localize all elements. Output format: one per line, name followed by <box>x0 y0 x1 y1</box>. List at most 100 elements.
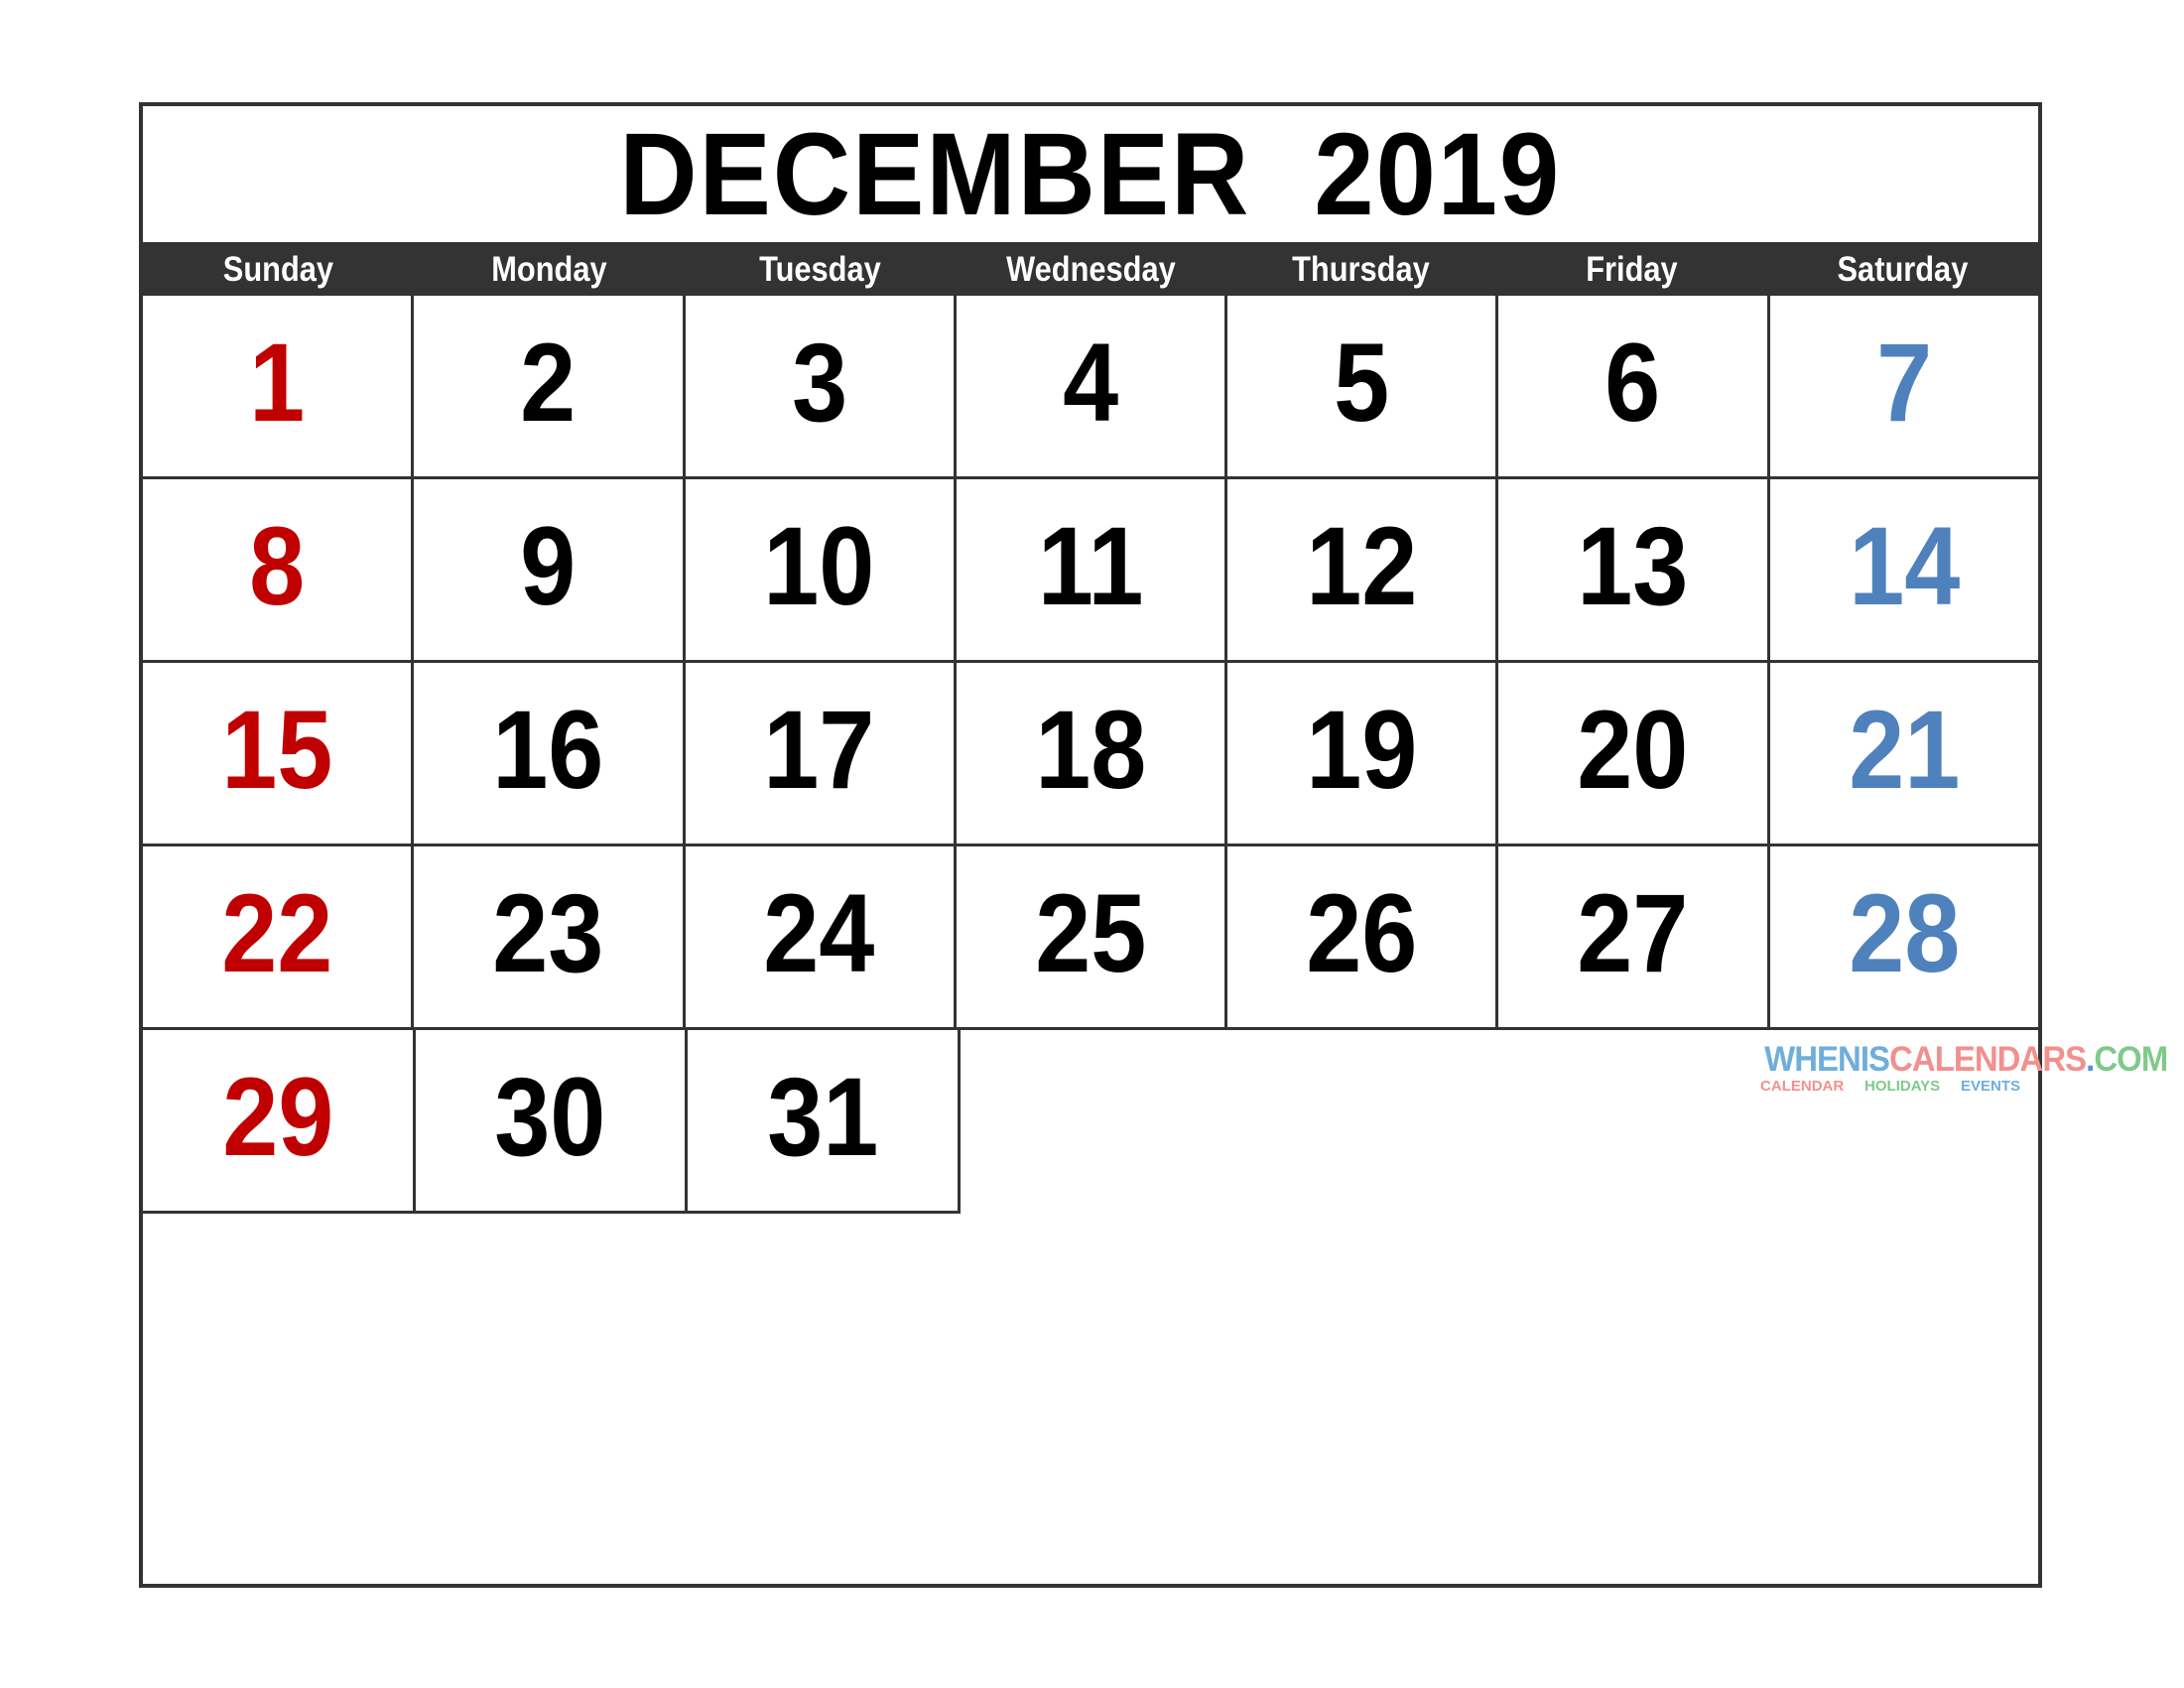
day-cell[interactable]: 1 <box>143 296 415 476</box>
watermark-logo-text: WHENISCALENDARS.COM <box>1764 1040 2168 1079</box>
day-number: 1 <box>249 321 306 445</box>
weekday-header-tuesday: Tuesday <box>758 249 881 289</box>
day-number: 7 <box>1875 321 1932 445</box>
calendar-week-row: 22 23 24 25 26 27 28 <box>143 846 2038 1030</box>
calendar-week-row: 29 30 31 WHENISCALENDARS.COM CALENDAR HO… <box>143 1030 2168 1214</box>
day-cell[interactable]: 26 <box>1227 846 1499 1027</box>
weekday-header-friday: Friday <box>1586 249 1678 289</box>
day-number: 23 <box>492 871 604 995</box>
day-cell[interactable]: 27 <box>1498 846 1770 1027</box>
day-cell[interactable]: 11 <box>957 479 1228 660</box>
calendar-week-row-empty <box>143 1214 2038 1579</box>
day-number: 11 <box>1037 504 1144 628</box>
day-cell[interactable]: 23 <box>414 846 686 1027</box>
day-cell-empty <box>685 1214 956 1579</box>
day-number: 20 <box>1577 688 1689 812</box>
day-cell[interactable]: 20 <box>1498 663 1770 844</box>
day-number: 8 <box>249 504 306 628</box>
day-cell[interactable]: 15 <box>143 663 415 844</box>
watermark-sub-holidays: HOLIDAYS <box>1864 1078 1941 1095</box>
page-title: DECEMBER 2019 <box>619 108 1562 240</box>
day-number: 10 <box>763 504 875 628</box>
day-number: 6 <box>1605 321 1661 445</box>
calendar-grid: 1 2 3 4 5 6 7 8 9 10 11 12 13 14 15 16 1… <box>143 296 2168 1584</box>
day-cell[interactable]: 8 <box>143 479 415 660</box>
day-cell[interactable]: 28 <box>1770 846 2038 1027</box>
day-cell-empty <box>1496 1214 1767 1579</box>
day-number: 26 <box>1306 871 1418 995</box>
day-number: 14 <box>1848 504 1960 628</box>
day-cell-empty <box>961 1030 1230 1214</box>
calendar-page: DECEMBER 2019 Sunday Monday Tuesday Wedn… <box>0 0 2184 1688</box>
weekday-header-thursday: Thursday <box>1292 249 1431 289</box>
day-number: 22 <box>221 871 333 995</box>
day-cell-empty <box>414 1214 685 1579</box>
day-number: 18 <box>1034 688 1147 812</box>
day-number: 5 <box>1334 321 1390 445</box>
day-cell[interactable]: 7 <box>1770 296 2038 476</box>
day-number: 4 <box>1062 321 1119 445</box>
watermark-part-calendars: CALENDARS <box>1889 1040 2087 1079</box>
day-cell-empty <box>143 1214 414 1579</box>
day-number: 17 <box>763 688 875 812</box>
weekday-header-monday: Monday <box>491 249 607 289</box>
weekday-header-bar: Sunday Monday Tuesday Wednesday Thursday… <box>143 242 2038 296</box>
watermark-dot: . <box>2086 1040 2095 1079</box>
day-cell[interactable]: 6 <box>1498 296 1770 476</box>
day-cell[interactable]: 22 <box>143 846 415 1027</box>
day-cell[interactable]: 19 <box>1227 663 1499 844</box>
watermark-sub-calendar: CALENDAR <box>1760 1078 1845 1095</box>
day-cell[interactable]: 12 <box>1227 479 1499 660</box>
day-cell[interactable]: 14 <box>1770 479 2038 660</box>
day-cell[interactable]: 24 <box>686 846 957 1027</box>
day-cell[interactable]: 10 <box>686 479 957 660</box>
day-cell-empty <box>1225 1214 1496 1579</box>
day-cell-empty: WHENISCALENDARS.COM CALENDAR HOLIDAYS EV… <box>1760 1030 2168 1214</box>
weekday-header-saturday: Saturday <box>1837 249 1969 289</box>
day-number: 30 <box>494 1055 606 1179</box>
day-number: 13 <box>1577 504 1689 628</box>
weekday-header-sunday: Sunday <box>222 249 334 289</box>
day-number: 29 <box>221 1055 333 1179</box>
day-cell[interactable]: 30 <box>415 1030 689 1214</box>
weekday-header-wednesday: Wednesday <box>1005 249 1176 289</box>
day-number: 12 <box>1306 504 1418 628</box>
day-number: 2 <box>520 321 577 445</box>
day-cell-empty <box>1229 1030 1499 1214</box>
day-cell[interactable]: 18 <box>957 663 1228 844</box>
site-watermark: WHENISCALENDARS.COM CALENDAR HOLIDAYS EV… <box>1756 1040 2168 1094</box>
calendar-week-row: 8 9 10 11 12 13 14 <box>143 479 2038 663</box>
day-cell-empty <box>1499 1030 1769 1214</box>
watermark-part-whenis: WHENIS <box>1764 1040 1890 1079</box>
day-cell-empty <box>956 1214 1226 1579</box>
day-cell[interactable]: 25 <box>957 846 1228 1027</box>
day-cell[interactable]: 9 <box>414 479 686 660</box>
day-cell[interactable]: 17 <box>686 663 957 844</box>
day-number: 15 <box>221 688 333 812</box>
day-cell-empty <box>1767 1214 2038 1579</box>
day-cell[interactable]: 13 <box>1498 479 1770 660</box>
day-number: 24 <box>763 871 875 995</box>
calendar-frame: DECEMBER 2019 Sunday Monday Tuesday Wedn… <box>139 102 2168 1588</box>
day-cell[interactable]: 29 <box>143 1030 416 1214</box>
day-cell[interactable]: 2 <box>414 296 686 476</box>
day-number: 21 <box>1848 688 1960 812</box>
day-number: 3 <box>791 321 847 445</box>
day-number: 28 <box>1848 871 1960 995</box>
day-cell[interactable]: 16 <box>414 663 686 844</box>
day-number: 31 <box>766 1055 879 1179</box>
day-cell[interactable]: 21 <box>1770 663 2038 844</box>
day-cell[interactable]: 5 <box>1227 296 1499 476</box>
day-number: 19 <box>1306 688 1418 812</box>
day-number: 25 <box>1034 871 1147 995</box>
calendar-week-row: 15 16 17 18 19 20 21 <box>143 663 2038 846</box>
day-cell[interactable]: 31 <box>688 1030 961 1214</box>
watermark-subnav: CALENDAR HOLIDAYS EVENTS <box>1756 1079 2024 1094</box>
day-number: 16 <box>492 688 604 812</box>
day-cell[interactable]: 4 <box>957 296 1228 476</box>
watermark-part-com: COM <box>2094 1040 2168 1079</box>
day-cell[interactable]: 3 <box>686 296 957 476</box>
day-number: 9 <box>520 504 577 628</box>
watermark-sub-events: EVENTS <box>1961 1078 2021 1095</box>
day-number: 27 <box>1577 871 1689 995</box>
